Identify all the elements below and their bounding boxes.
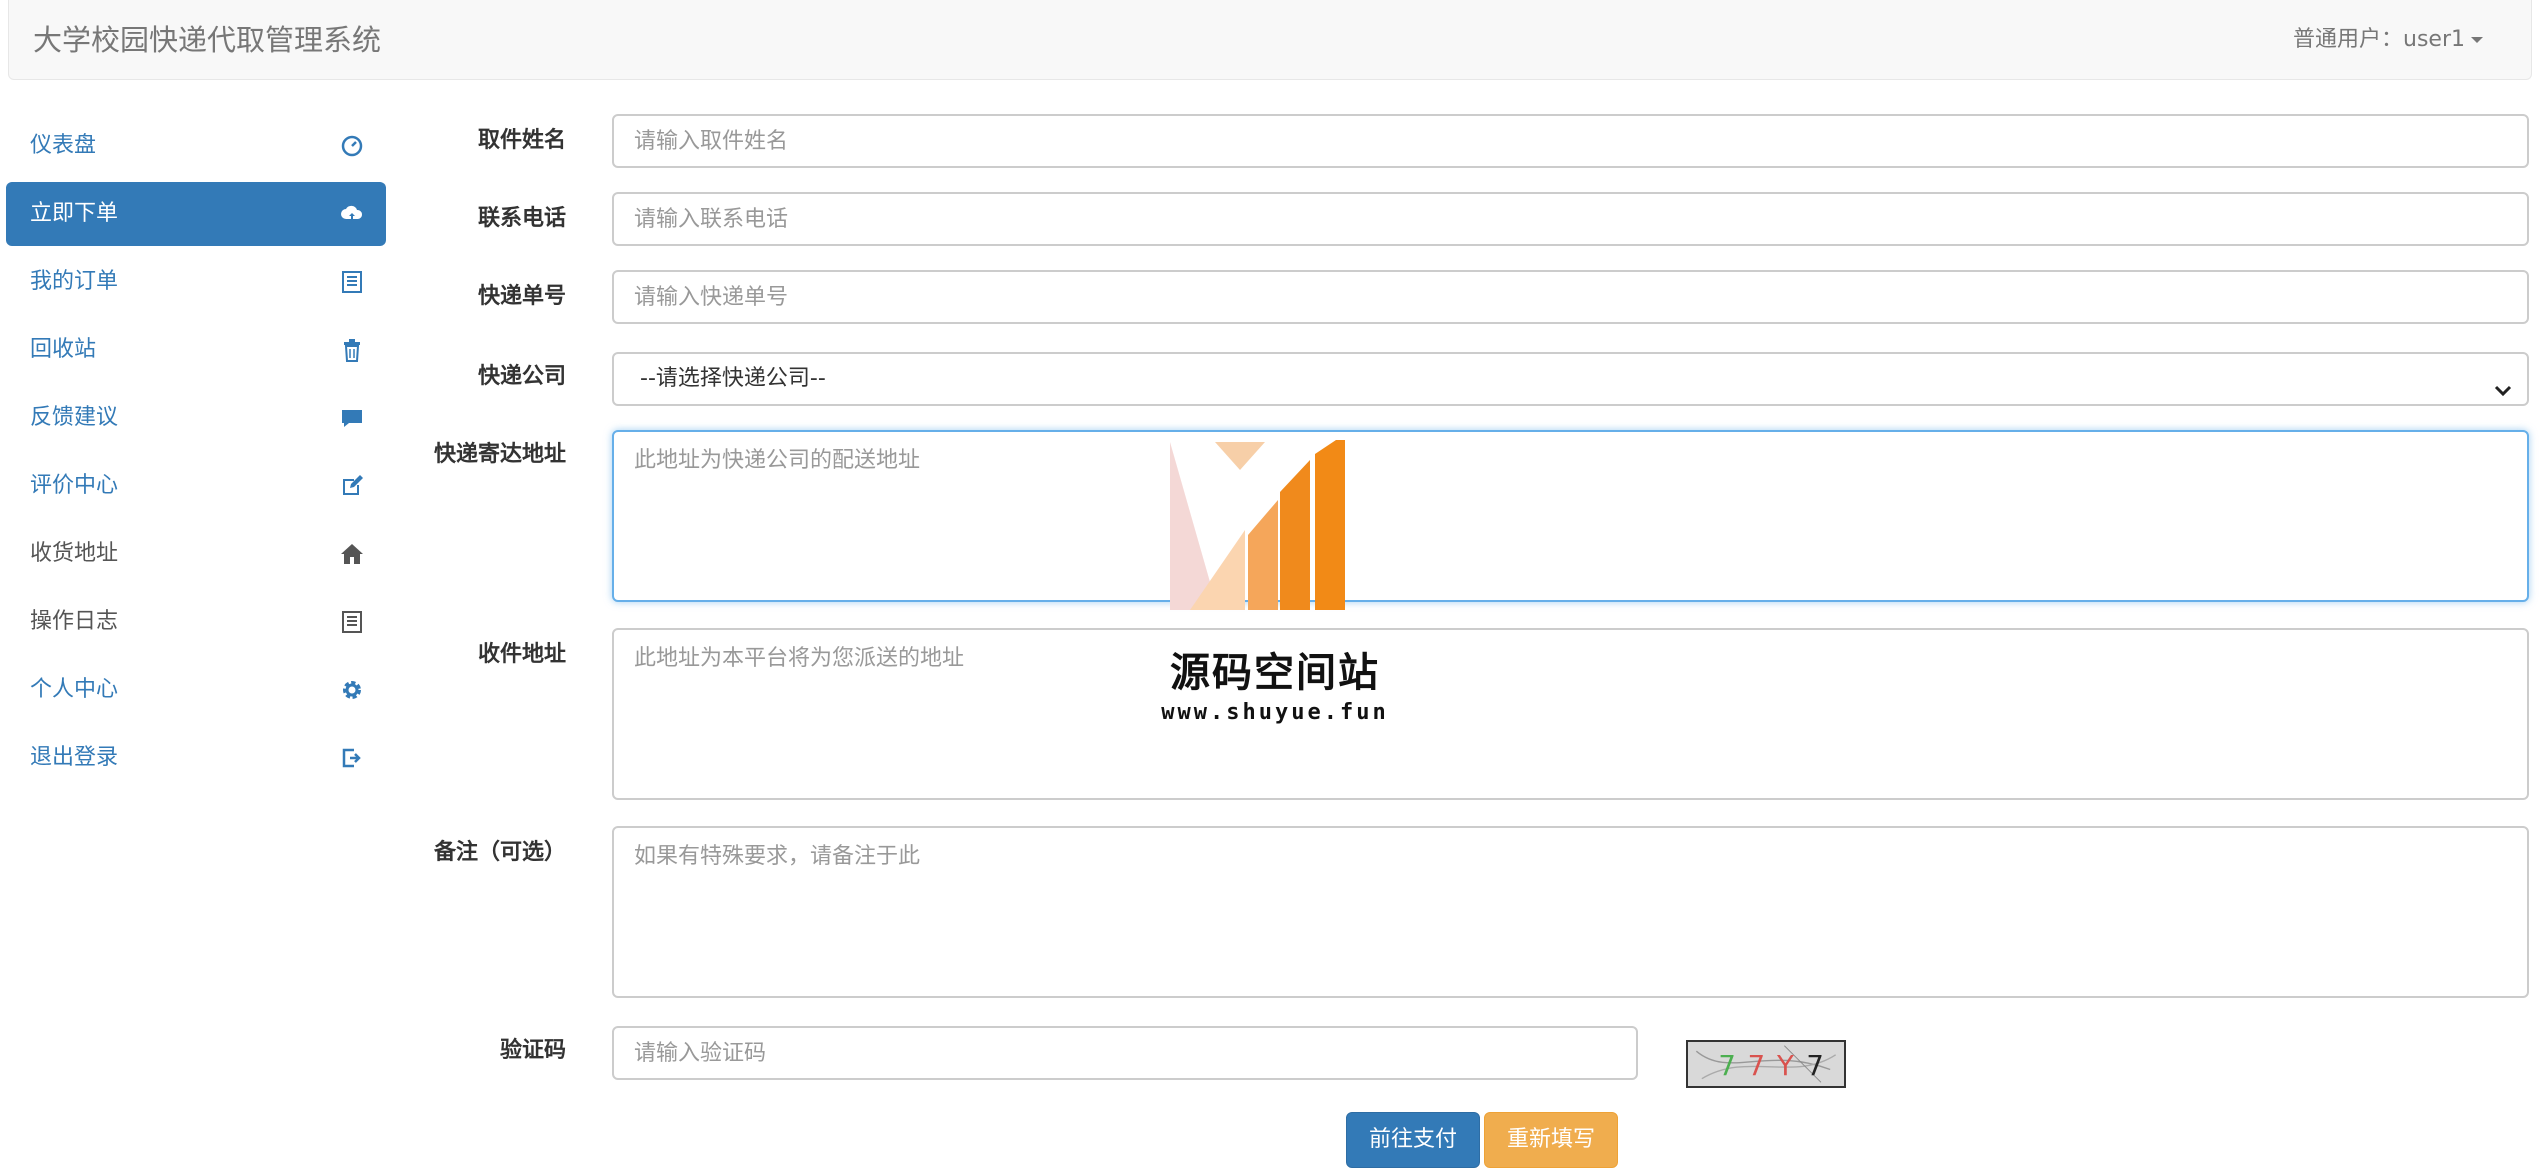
list-icon [340, 270, 364, 294]
recv-address-textarea[interactable] [612, 628, 2529, 800]
sidebar-item-my-orders[interactable]: 我的订单 [6, 250, 386, 314]
sidebar-item-label: 仪表盘 [30, 133, 97, 158]
comment-icon [340, 406, 364, 430]
captcha-input[interactable] [612, 1026, 1638, 1080]
tracking-input[interactable] [612, 270, 2529, 324]
sidebar-nav: 仪表盘 立即下单 我的订单 回收站 反馈建议 评价中心 收货地址 操作日志 个人… [6, 114, 386, 794]
sidebar-item-label: 评价中心 [30, 473, 119, 498]
remark-textarea[interactable] [612, 826, 2529, 998]
phone-label: 联系电话 [477, 206, 566, 231]
name-label: 取件姓名 [477, 128, 566, 153]
sidebar-item-review-center[interactable]: 评价中心 [6, 454, 386, 518]
sidebar-item-feedback[interactable]: 反馈建议 [6, 386, 386, 450]
sidebar-item-address[interactable]: 收货地址 [6, 522, 386, 586]
sidebar-item-operation-log[interactable]: 操作日志 [6, 590, 386, 654]
phone-input[interactable] [612, 192, 2529, 246]
submit-pay-button[interactable]: 前往支付 [1346, 1112, 1480, 1168]
watermark-url: www.shuyue.fun [1161, 700, 1389, 725]
captcha-label: 验证码 [499, 1038, 566, 1063]
home-icon [340, 542, 364, 566]
captcha-image[interactable]: 7 7 Y 7 [1686, 1040, 1846, 1088]
user-menu-dropdown[interactable]: 普通用户：user1 [2293, 0, 2483, 80]
sidebar-item-logout[interactable]: 退出登录 [6, 726, 386, 790]
sidebar-item-label: 操作日志 [30, 609, 119, 634]
company-selected-value: --请选择快递公司-- [640, 366, 826, 391]
company-label: 快递公司 [477, 364, 566, 389]
remark-label: 备注（可选） [433, 840, 566, 865]
sidebar-item-label: 退出登录 [30, 745, 119, 770]
cloud-upload-icon [340, 202, 364, 226]
reset-button[interactable]: 重新填写 [1484, 1112, 1618, 1168]
captcha-char: 7 [1806, 1050, 1824, 1082]
captcha-graphic: 7 7 Y 7 [1695, 1045, 1837, 1083]
app-title[interactable]: 大学校园快递代取管理系统 [33, 0, 381, 80]
captcha-char: 7 [1748, 1050, 1766, 1082]
top-navbar: 大学校园快递代取管理系统 普通用户：user1 [8, 0, 2532, 80]
tracking-label: 快递单号 [477, 284, 566, 309]
sidebar-item-recycle-bin[interactable]: 回收站 [6, 318, 386, 382]
sidebar-item-dashboard[interactable]: 仪表盘 [6, 114, 386, 178]
chevron-down-icon [2493, 370, 2513, 397]
dashboard-icon [340, 134, 364, 158]
company-select[interactable]: --请选择快递公司-- [612, 352, 2529, 406]
logout-icon [340, 746, 364, 770]
sidebar-item-label: 我的订单 [30, 269, 119, 294]
sidebar-item-place-order[interactable]: 立即下单 [6, 182, 386, 246]
sidebar-item-label: 个人中心 [30, 677, 119, 702]
captcha-char: 7 [1718, 1050, 1736, 1082]
sidebar-item-label: 反馈建议 [30, 405, 119, 430]
trash-icon [340, 338, 364, 362]
send-address-textarea[interactable] [612, 430, 2529, 602]
edit-icon [340, 474, 364, 498]
log-icon [340, 610, 364, 634]
watermark-title: 源码空间站 [1170, 650, 1380, 696]
caret-down-icon [2471, 37, 2483, 43]
name-input[interactable] [612, 114, 2529, 168]
captcha-char: Y [1776, 1050, 1794, 1082]
sidebar-item-label: 立即下单 [30, 201, 119, 226]
sidebar-item-label: 收货地址 [30, 541, 119, 566]
gear-icon [340, 678, 364, 702]
user-label: 普通用户：user1 [2293, 27, 2465, 52]
sidebar-item-profile[interactable]: 个人中心 [6, 658, 386, 722]
send-address-label: 快递寄达地址 [433, 442, 566, 467]
sidebar-item-label: 回收站 [30, 337, 97, 362]
recv-address-label: 收件地址 [477, 642, 566, 667]
